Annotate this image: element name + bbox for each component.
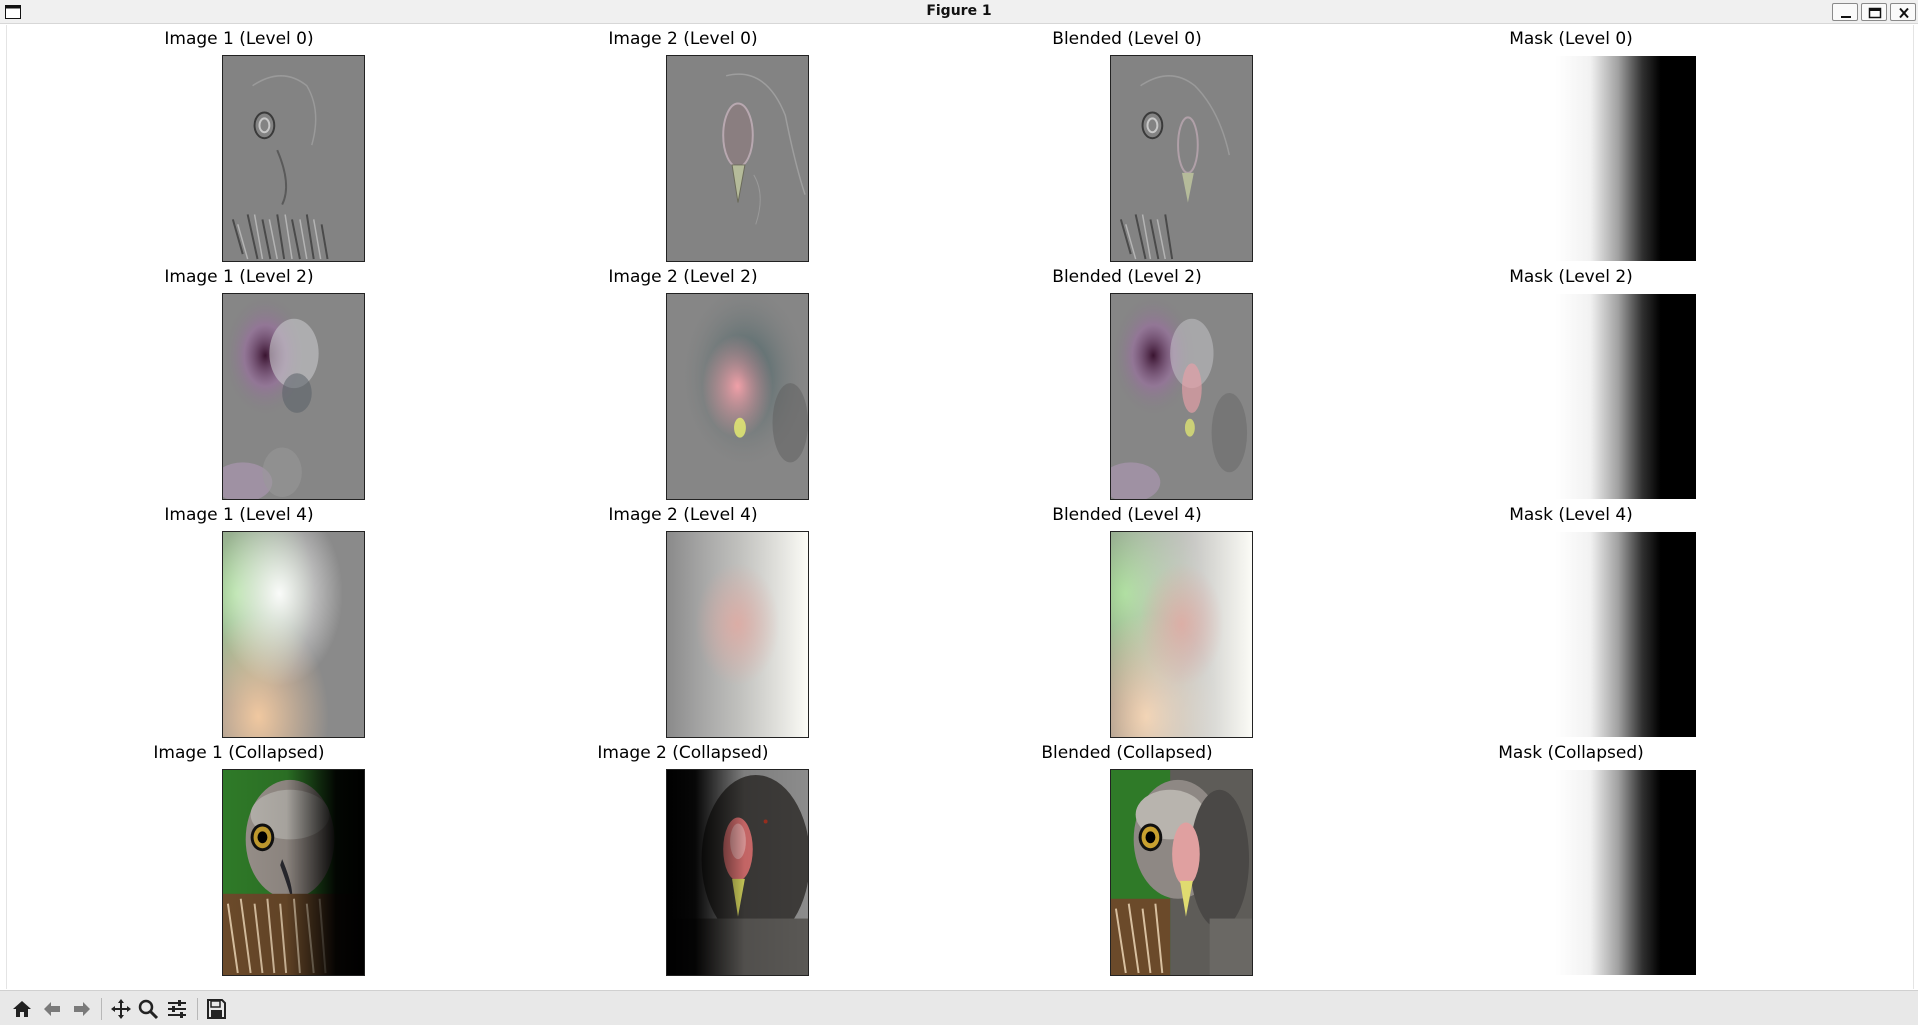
image2-collapsed <box>666 769 809 976</box>
subplot-title: Image 2 (Level 4) <box>608 505 758 525</box>
subplot-title: Mask (Level 2) <box>1509 267 1633 287</box>
save-icon <box>207 999 226 1019</box>
save-button[interactable] <box>203 996 229 1022</box>
image2-level4 <box>666 531 809 738</box>
close-button[interactable] <box>1890 3 1916 21</box>
navigation-toolbar <box>0 990 1918 1025</box>
image1-level0 <box>222 55 365 262</box>
subplot-title: Mask (Collapsed) <box>1498 743 1644 763</box>
subplot-title: Image 1 (Level 2) <box>164 267 314 287</box>
blended-level0 <box>1110 55 1253 262</box>
toolbar-separator <box>101 998 102 1020</box>
subplot-title: Mask (Level 0) <box>1509 29 1633 49</box>
subplot-title: Image 1 (Collapsed) <box>153 743 325 763</box>
back-button[interactable] <box>39 996 65 1022</box>
subplot-title: Blended (Level 2) <box>1052 267 1202 287</box>
mask-collapsed <box>1554 769 1697 976</box>
subplot-title: Image 2 (Level 0) <box>608 29 758 49</box>
image2-level0 <box>666 55 809 262</box>
configure-subplots-icon <box>168 1000 186 1018</box>
subplot-title: Image 1 (Level 4) <box>164 505 314 525</box>
image1-collapsed <box>222 769 365 976</box>
blended-level4 <box>1110 531 1253 738</box>
matplotlib-window: Figure 1 Image 1 (Level 0) Image 2 (Leve… <box>0 0 1918 1025</box>
subplot-title: Image 2 (Level 2) <box>608 267 758 287</box>
subplot-title: Image 1 (Level 0) <box>164 29 314 49</box>
window-title: Figure 1 <box>926 3 992 19</box>
subplot-title: Blended (Level 0) <box>1052 29 1202 49</box>
configure-subplots-button[interactable] <box>164 996 190 1022</box>
pan-icon <box>111 999 131 1019</box>
zoom-icon <box>138 999 159 1020</box>
mask-level0 <box>1554 55 1697 262</box>
home-icon <box>13 1001 31 1017</box>
figure-canvas[interactable]: Image 1 (Level 0) Image 2 (Level 0) Blen… <box>6 25 1914 989</box>
subplot-title: Image 2 (Collapsed) <box>597 743 769 763</box>
maximize-icon <box>1868 7 1882 19</box>
mask-level2 <box>1554 293 1697 500</box>
back-arrow-icon <box>44 1002 60 1016</box>
blended-collapsed <box>1110 769 1253 976</box>
subplot-title: Blended (Collapsed) <box>1041 743 1213 763</box>
subplot-title: Mask (Level 4) <box>1509 505 1633 525</box>
image2-level2 <box>666 293 809 500</box>
subplot-title: Blended (Level 4) <box>1052 505 1202 525</box>
title-bar: Figure 1 <box>0 0 1918 24</box>
minimize-icon <box>1841 16 1851 18</box>
image1-level2 <box>222 293 365 500</box>
toolbar-separator <box>197 998 198 1020</box>
forward-arrow-icon <box>74 1002 90 1016</box>
pan-button[interactable] <box>108 996 134 1022</box>
close-icon <box>1899 7 1909 19</box>
image1-level4 <box>222 531 365 738</box>
forward-button[interactable] <box>69 996 95 1022</box>
blended-level2 <box>1110 293 1253 500</box>
maximize-button[interactable] <box>1861 3 1887 21</box>
zoom-button[interactable] <box>135 996 161 1022</box>
mask-level4 <box>1554 531 1697 738</box>
home-button[interactable] <box>9 996 35 1022</box>
minimize-button[interactable] <box>1832 3 1858 21</box>
